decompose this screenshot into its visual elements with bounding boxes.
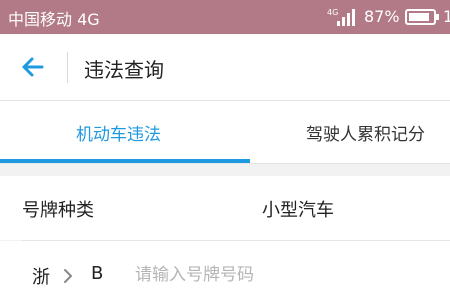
carrier-name: 中国移动 4G: [8, 10, 100, 29]
city-letter: B: [91, 263, 104, 284]
battery-icon: [405, 9, 439, 25]
tab-motor-vehicle-violation[interactable]: 机动车违法: [0, 101, 250, 163]
tab-bar: 机动车违法 驾驶人累积记分: [0, 101, 450, 164]
plate-type-label: 号牌种类: [22, 200, 94, 221]
page-title: 违法查询: [84, 58, 164, 82]
plate-type-value: 小型汽车: [262, 200, 334, 221]
plate-type-row[interactable]: 号牌种类 小型汽车: [0, 176, 450, 240]
app-header: 违法查询: [0, 34, 450, 101]
plate-number-row: 浙 B: [0, 241, 450, 300]
active-tab-indicator: [0, 159, 250, 163]
signal-icon: 4G: [327, 8, 355, 26]
tab-label: 机动车违法: [76, 125, 161, 145]
chevron-right-icon: [64, 269, 72, 283]
network-badge: 4G: [327, 8, 338, 17]
header-divider: [67, 52, 68, 83]
battery-percent: 87%: [364, 7, 400, 26]
plate-number-input[interactable]: [135, 259, 435, 291]
province-select[interactable]: 浙: [24, 263, 80, 291]
tab-label: 驾驶人累积记分: [306, 125, 425, 145]
back-button[interactable]: [16, 50, 50, 84]
status-bar: 中国移动 4G 4G 87% 1: [0, 0, 450, 34]
arrow-left-icon: [22, 57, 44, 77]
tab-driver-points[interactable]: 驾驶人累积记分: [250, 101, 450, 163]
clock: 1: [443, 7, 450, 26]
province-value: 浙: [32, 267, 50, 288]
